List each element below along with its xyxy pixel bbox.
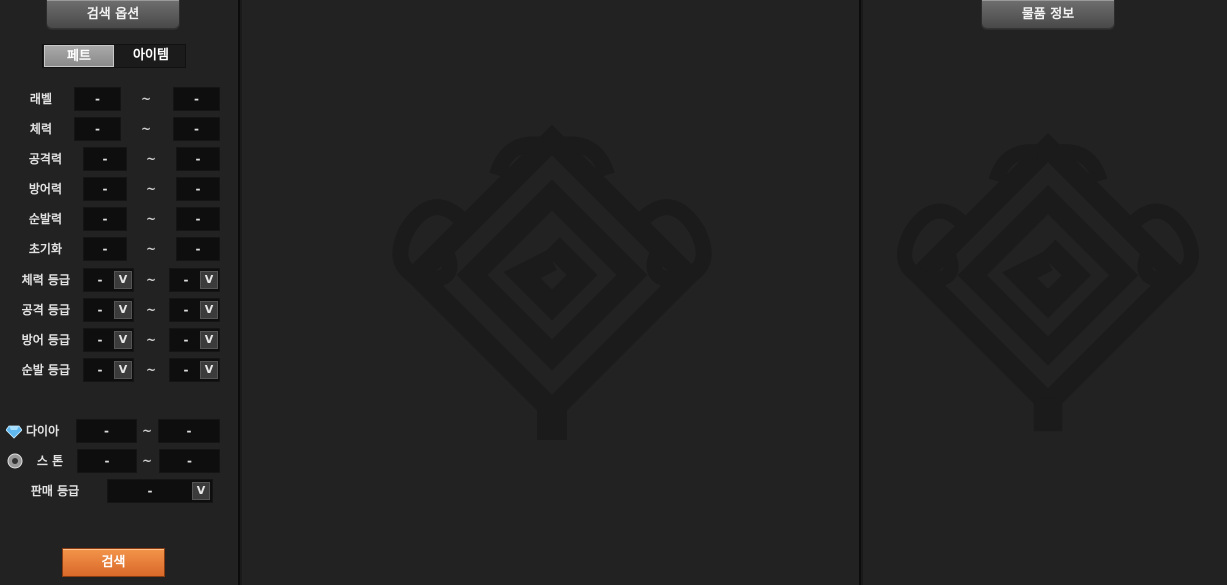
range-separator: ~	[145, 212, 157, 226]
defense-grade-row: 방어 등급 - V ~ - V	[0, 328, 240, 352]
hp-grade-min-select[interactable]: - V	[83, 268, 134, 292]
chevron-down-icon[interactable]: V	[200, 361, 218, 379]
select-value: -	[97, 303, 103, 317]
sale-grade-row: 판매 등급 - V	[0, 479, 240, 503]
defense-grade-label: 방어 등급	[21, 333, 70, 347]
defense-range-row: 방어력 - ~ -	[0, 177, 240, 201]
hp-max-input[interactable]: -	[173, 117, 220, 141]
tab-item[interactable]: 아이템	[117, 45, 185, 67]
agility-grade-label: 순발 등급	[21, 363, 70, 377]
sale-grade-select[interactable]: - V	[107, 479, 213, 503]
range-separator: ~	[141, 454, 153, 468]
attack-grade-row: 공격 등급 - V ~ - V	[0, 298, 240, 322]
range-separator: ~	[145, 242, 157, 256]
defense-grade-max-select[interactable]: - V	[169, 328, 220, 352]
agility-grade-row: 순발 등급 - V ~ - V	[0, 358, 240, 382]
search-options-header: 검색 옵션	[46, 0, 180, 30]
chevron-down-icon[interactable]: V	[114, 361, 132, 379]
range-separator: ~	[145, 363, 157, 377]
diamond-label: 다이아	[26, 424, 60, 438]
defense-grade-min-select[interactable]: - V	[83, 328, 134, 352]
range-separator: ~	[145, 303, 157, 317]
select-value: -	[147, 484, 153, 498]
agility-max-input[interactable]: -	[176, 207, 220, 231]
select-value: -	[183, 303, 189, 317]
hp-grade-max-select[interactable]: - V	[169, 268, 220, 292]
range-separator: ~	[141, 424, 153, 438]
range-separator: ~	[145, 333, 157, 347]
reset-range-row: 초기화 - ~ -	[0, 237, 240, 261]
stone-min-input[interactable]: -	[77, 449, 137, 473]
hp-range-row: 체력 - ~ -	[0, 117, 240, 141]
level-range-row: 래벨 - ~ -	[0, 87, 240, 111]
select-value: -	[183, 333, 189, 347]
attack-grade-label: 공격 등급	[21, 303, 70, 317]
search-button[interactable]: 검색	[62, 548, 165, 577]
range-separator: ~	[145, 152, 157, 166]
reset-label: 초기화	[28, 242, 62, 256]
range-separator: ~	[145, 182, 157, 196]
select-value: -	[97, 363, 103, 377]
stone-label: 스 톤	[36, 454, 64, 468]
hp-grade-row: 체력 등급 - V ~ - V	[0, 268, 240, 292]
range-separator: ~	[140, 92, 152, 106]
chevron-down-icon[interactable]: V	[114, 331, 132, 349]
stone-range-row: 스 톤 - ~ -	[0, 449, 240, 473]
item-info-header: 물품 정보	[981, 0, 1115, 30]
range-separator: ~	[140, 122, 152, 136]
attack-min-input[interactable]: -	[83, 147, 127, 171]
diamond-max-input[interactable]: -	[158, 419, 220, 443]
hp-label: 체력	[29, 122, 52, 136]
sale-grade-label: 판매 등급	[30, 484, 80, 498]
item-info-panel: 물품 정보	[863, 0, 1227, 585]
chevron-down-icon[interactable]: V	[192, 482, 210, 500]
select-value: -	[97, 333, 103, 347]
emblem-watermark-icon	[392, 124, 712, 440]
results-panel	[242, 0, 861, 585]
stone-icon	[7, 453, 23, 469]
defense-min-input[interactable]: -	[83, 177, 127, 201]
chevron-down-icon[interactable]: V	[200, 301, 218, 319]
attack-range-row: 공격력 - ~ -	[0, 147, 240, 171]
reset-max-input[interactable]: -	[176, 237, 220, 261]
chevron-down-icon[interactable]: V	[200, 271, 218, 289]
select-value: -	[183, 273, 189, 287]
defense-label: 방어력	[28, 182, 62, 196]
chevron-down-icon[interactable]: V	[114, 271, 132, 289]
attack-grade-max-select[interactable]: - V	[169, 298, 220, 322]
chevron-down-icon[interactable]: V	[114, 301, 132, 319]
hp-grade-label: 체력 등급	[21, 273, 70, 287]
agility-min-input[interactable]: -	[83, 207, 127, 231]
diamond-range-row: 다이아 - ~ -	[0, 419, 240, 443]
agility-range-row: 순발력 - ~ -	[0, 207, 240, 231]
agility-grade-min-select[interactable]: - V	[83, 358, 134, 382]
emblem-watermark-icon	[897, 132, 1199, 432]
attack-label: 공격력	[28, 152, 62, 166]
select-value: -	[183, 363, 189, 377]
select-value: -	[97, 273, 103, 287]
tab-pet[interactable]: 페트	[44, 45, 114, 67]
reset-min-input[interactable]: -	[83, 237, 127, 261]
agility-grade-max-select[interactable]: - V	[169, 358, 220, 382]
stone-max-input[interactable]: -	[159, 449, 220, 473]
diamond-min-input[interactable]: -	[76, 419, 137, 443]
defense-max-input[interactable]: -	[176, 177, 220, 201]
level-max-input[interactable]: -	[173, 87, 220, 111]
level-label: 래벨	[29, 92, 52, 106]
category-tabs: 페트 아이템	[42, 44, 186, 68]
diamond-icon	[6, 425, 22, 439]
attack-grade-min-select[interactable]: - V	[83, 298, 134, 322]
hp-min-input[interactable]: -	[74, 117, 121, 141]
level-min-input[interactable]: -	[74, 87, 121, 111]
agility-label: 순발력	[28, 212, 62, 226]
search-options-panel: 검색 옵션 페트 아이템 래벨 - ~ - 체력 - ~ - 공격력 - ~ -…	[0, 0, 240, 585]
range-separator: ~	[145, 273, 157, 287]
chevron-down-icon[interactable]: V	[200, 331, 218, 349]
attack-max-input[interactable]: -	[176, 147, 220, 171]
